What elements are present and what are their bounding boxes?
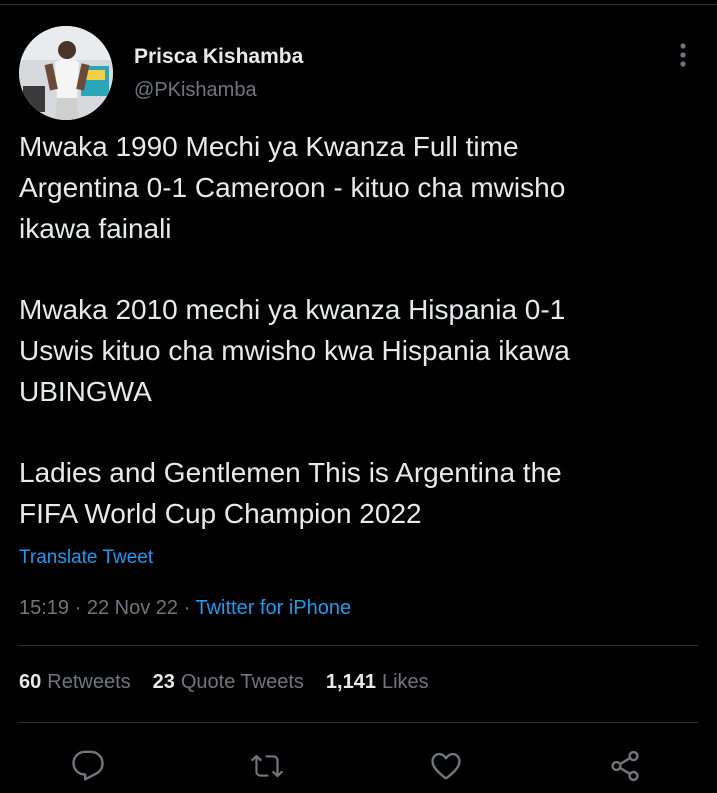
retweets-stat[interactable]: 60 Retweets [19, 671, 131, 694]
top-divider [0, 4, 717, 5]
likes-label: Likes [381, 671, 429, 693]
more-options-button[interactable] [668, 40, 698, 70]
meta-separator: · [183, 597, 191, 619]
quote-tweets-count: 23 [152, 671, 175, 693]
divider [19, 645, 698, 646]
retweet-icon [250, 754, 284, 778]
likes-count: 1,141 [325, 671, 376, 693]
heart-icon [431, 752, 461, 780]
translate-tweet-link[interactable]: Translate Tweet [19, 547, 153, 569]
like-button[interactable] [424, 744, 468, 788]
author-handle[interactable]: @PKishamba [134, 79, 257, 102]
reply-icon [72, 750, 104, 781]
tweet-paragraph: Mwaka 1990 Mechi ya Kwanza Full time Arg… [19, 131, 566, 244]
likes-stat[interactable]: 1,141 Likes [326, 671, 429, 694]
author-name[interactable]: Prisca Kishamba [134, 45, 303, 69]
divider [19, 722, 698, 723]
tweet-paragraph: Ladies and Gentlemen This is Argentina t… [19, 457, 562, 529]
quote-tweets-label: Quote Tweets [180, 671, 304, 693]
reply-button[interactable] [66, 744, 110, 788]
retweets-label: Retweets [47, 671, 131, 693]
tweet-date: 22 Nov 22 [86, 597, 179, 619]
avatar[interactable] [19, 26, 113, 120]
tweet-source-link[interactable]: Twitter for iPhone [195, 597, 351, 619]
profile-photo-icon [19, 26, 113, 120]
tweet-meta: 15:19 · 22 Nov 22 · Twitter for iPhone [19, 597, 351, 620]
tweet-time: 15:19 [19, 597, 70, 619]
retweets-count: 60 [19, 671, 42, 693]
quote-tweets-stat[interactable]: 23 Quote Tweets [153, 671, 304, 694]
retweet-button[interactable] [245, 744, 289, 788]
tweet-actions [0, 744, 717, 788]
meta-separator: · [74, 597, 82, 619]
share-button[interactable] [603, 744, 647, 788]
tweet-text: Mwaka 1990 Mechi ya Kwanza Full time Arg… [19, 126, 699, 534]
more-vertical-icon [680, 43, 686, 67]
share-icon [611, 750, 639, 782]
tweet-stats: 60 Retweets 23 Quote Tweets 1,141 Likes [19, 671, 429, 694]
tweet-paragraph: Mwaka 2010 mechi ya kwanza Hispania 0-1 … [19, 294, 570, 407]
